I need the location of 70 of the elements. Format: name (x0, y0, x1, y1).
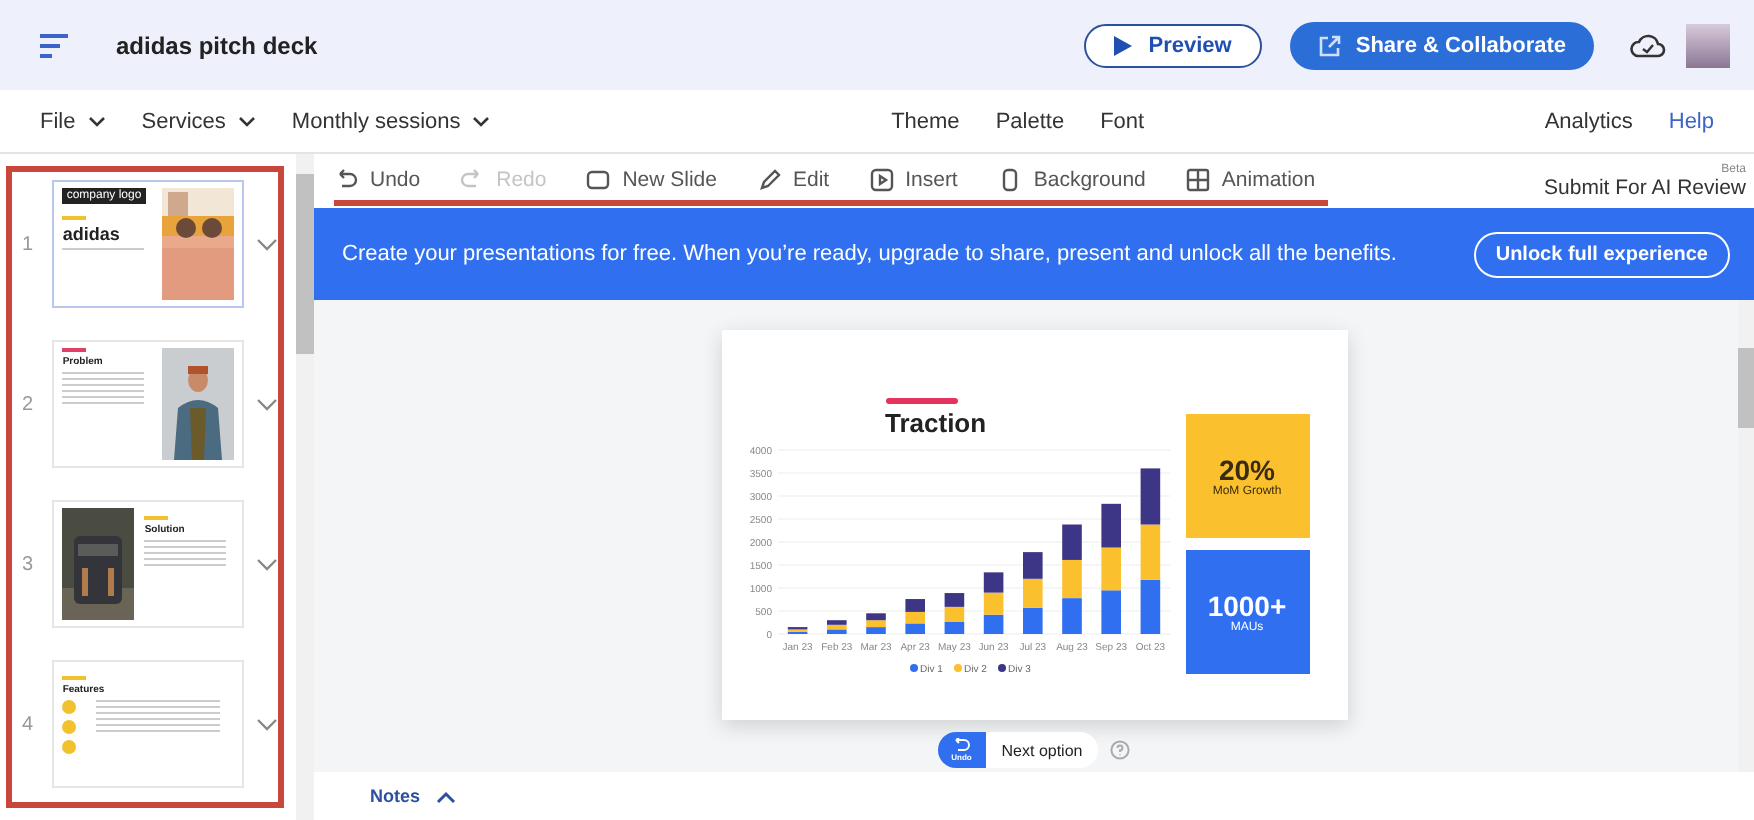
bar (1100, 547, 1120, 591)
scrollbar[interactable] (1738, 300, 1754, 772)
menu-item[interactable]: File (40, 109, 106, 133)
toolbar-button[interactable]: Background (997, 168, 1146, 192)
chevron-down-icon[interactable] (256, 717, 278, 731)
cloud-icon[interactable] (1630, 31, 1666, 59)
bar (1100, 590, 1120, 634)
help-icon[interactable] (1110, 740, 1131, 760)
bar (1100, 503, 1120, 548)
menu-item[interactable]: Analytics (1544, 109, 1633, 133)
slide-icon (586, 168, 611, 192)
toolbar-button[interactable]: Insert (869, 168, 958, 192)
bar (1139, 468, 1160, 525)
share-button[interactable]: Share & Collaborate (1289, 21, 1594, 69)
stat-value: 20% (1218, 454, 1276, 486)
avatar[interactable] (1686, 23, 1730, 67)
banner-text: Create your presentations for free. When you’re ready, upgrade to share, present and unlock all the benefits. (342, 242, 1399, 266)
chevron-down-icon[interactable] (256, 557, 278, 571)
bar (1022, 552, 1042, 579)
toolbar-button[interactable]: New Slide (586, 168, 717, 192)
unlock-button[interactable]: Unlock full experience (1473, 231, 1730, 277)
chevron-down-icon (237, 115, 256, 127)
preview-button[interactable]: Preview (1084, 23, 1262, 67)
chevron-down-icon (472, 115, 491, 127)
play-icon (1114, 35, 1133, 55)
bar (1061, 559, 1081, 599)
menu-item[interactable]: Palette (995, 109, 1065, 133)
bar (982, 592, 1003, 615)
bar (1061, 598, 1081, 634)
menu-item[interactable]: Monthly sessions (291, 109, 491, 133)
toolbar-button[interactable]: Undo (334, 168, 421, 192)
chevron-down-icon[interactable] (256, 397, 278, 411)
slide-title: adidas (62, 223, 122, 243)
undo-icon (952, 738, 971, 752)
scrollbar[interactable] (296, 154, 314, 820)
background-icon (997, 168, 1022, 192)
help-link[interactable]: Help (1668, 109, 1714, 133)
bar (982, 614, 1003, 634)
chevron-down-icon (87, 115, 106, 127)
bar (1139, 524, 1160, 580)
slide-number: 3 (22, 553, 36, 575)
slide-number: 4 (22, 713, 36, 735)
menu-icon[interactable] (40, 33, 72, 57)
slide-number: 2 (22, 393, 36, 415)
redo-icon (460, 168, 485, 192)
menu-item[interactable]: Services (141, 109, 256, 133)
bar (1061, 524, 1081, 560)
menu-item[interactable]: Font (1100, 109, 1145, 133)
notes-toggle[interactable]: Notes (370, 786, 457, 806)
ai-review-button[interactable]: Submit For AI Review (1544, 175, 1746, 199)
bar (1022, 578, 1042, 608)
bar (1022, 607, 1042, 634)
chevron-down-icon[interactable] (256, 237, 278, 251)
stat-value: 1000+ (1207, 590, 1287, 622)
grid-icon (1185, 168, 1210, 192)
chevron-up-icon (436, 789, 457, 803)
undo-icon (334, 168, 358, 192)
insert-icon (869, 168, 894, 192)
pencil-icon (757, 168, 781, 192)
toolbar-button[interactable]: Animation (1185, 168, 1316, 192)
bar (1139, 579, 1160, 634)
slide-number: 1 (22, 233, 36, 255)
document-title: adidas pitch deck (116, 31, 318, 59)
toolbar-button[interactable]: Edit (757, 168, 830, 192)
menu-item[interactable]: Theme (891, 109, 960, 133)
slide-title: Traction (885, 408, 987, 438)
external-link-icon (1317, 33, 1342, 57)
next-option-button[interactable]: Next option (985, 732, 1099, 768)
accent-bar (885, 398, 957, 404)
bar (982, 572, 1003, 593)
